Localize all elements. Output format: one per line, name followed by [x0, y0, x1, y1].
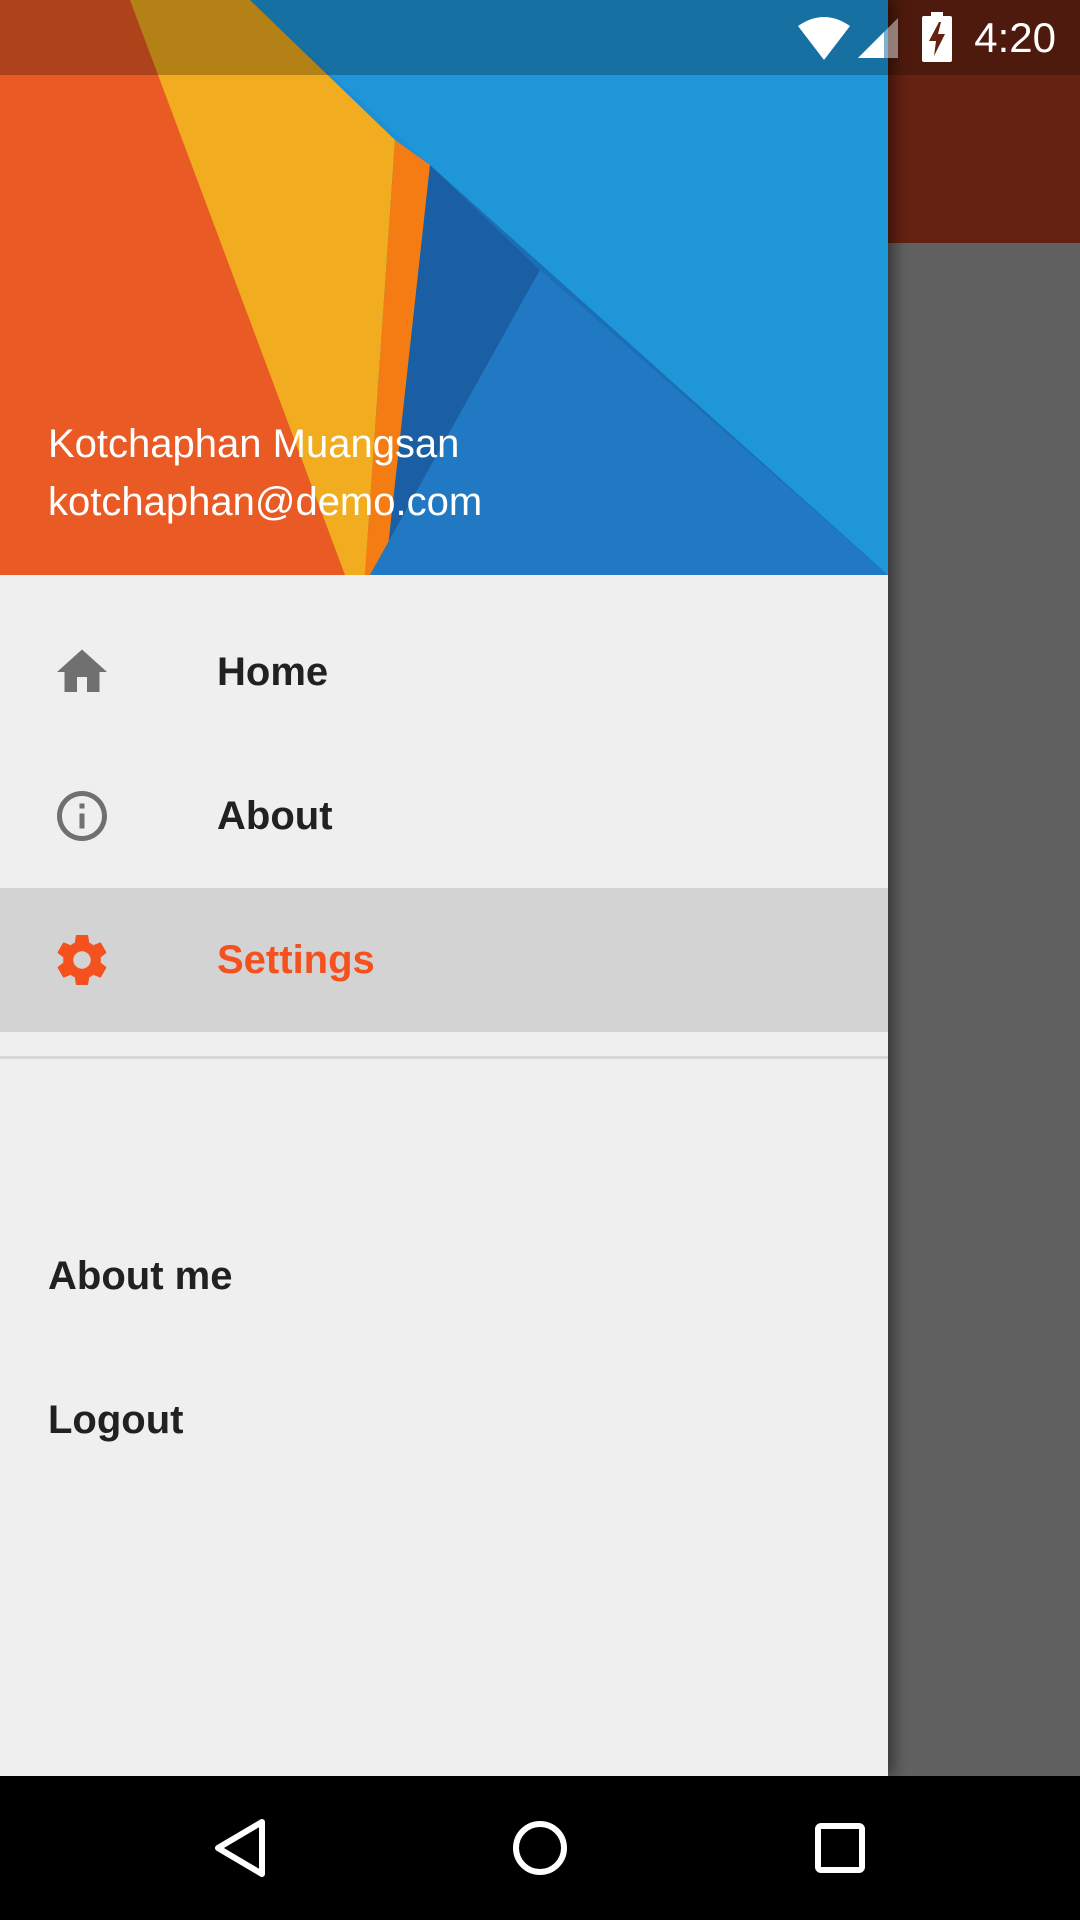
drawer-item-label: Logout: [48, 1398, 184, 1442]
drawer-header: Kotchaphan Muangsan kotchaphan@demo.com: [0, 0, 888, 575]
drawer-item-about[interactable]: About: [0, 744, 888, 888]
user-name: Kotchaphan Muangsan: [48, 422, 460, 466]
navigation-drawer: Kotchaphan Muangsan kotchaphan@demo.com …: [0, 0, 888, 1776]
drawer-divider: [0, 1056, 888, 1059]
recents-icon[interactable]: [804, 1812, 876, 1884]
gear-icon: [52, 930, 112, 990]
drawer-item-about-me[interactable]: About me: [0, 1204, 888, 1348]
battery-charging-icon: [922, 12, 952, 67]
back-icon[interactable]: [204, 1812, 276, 1884]
drawer-item-label: Settings: [217, 938, 375, 982]
drawer-item-settings[interactable]: Settings: [0, 888, 888, 1032]
status-bar-scrim: [0, 0, 888, 75]
drawer-item-label: About me: [48, 1254, 233, 1298]
drawer-item-label: Home: [217, 650, 329, 694]
drawer-item-home[interactable]: Home: [0, 600, 888, 744]
wifi-icon: [796, 14, 852, 67]
drawer-item-label: About: [217, 794, 333, 838]
info-icon: [52, 786, 112, 846]
status-bar: 4:20: [0, 0, 1080, 75]
system-navigation-bar: [0, 1776, 1080, 1920]
home-icon: [52, 642, 112, 702]
user-email: kotchaphan@demo.com: [48, 480, 483, 524]
signal-icon: [854, 16, 900, 65]
drawer-item-logout[interactable]: Logout: [0, 1348, 888, 1492]
status-time: 4:20: [974, 14, 1056, 61]
home-circle-icon[interactable]: [504, 1812, 576, 1884]
